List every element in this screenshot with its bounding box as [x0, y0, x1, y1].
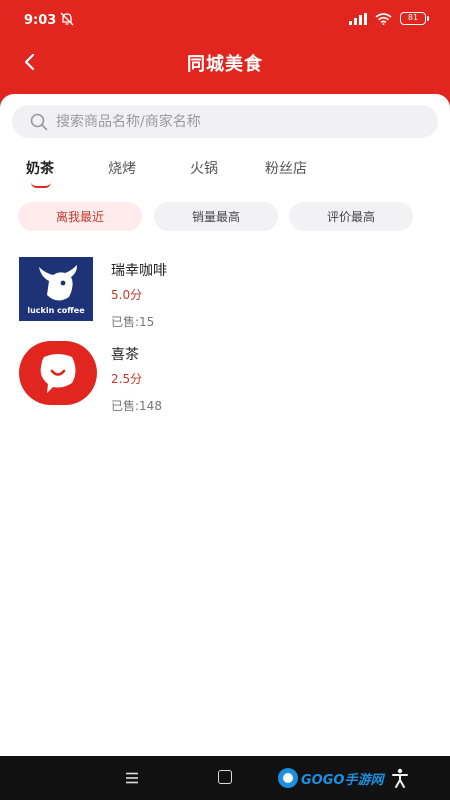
- luckin-coffee-logo: luckin coffee: [19, 257, 93, 321]
- active-tab-indicator: [31, 182, 51, 188]
- shop-name: 喜茶: [111, 347, 139, 363]
- shop-sold-count: 已售:148: [111, 399, 162, 413]
- status-bar: 9:03 81: [0, 0, 450, 40]
- wifi-icon: [375, 12, 392, 25]
- shop-list-item[interactable]: 喜茶 2.5分 已售:148: [0, 341, 450, 419]
- shop-rating: 5.0分: [111, 288, 143, 302]
- tab-bbq[interactable]: 烧烤: [108, 158, 136, 178]
- accessibility-icon[interactable]: [391, 768, 409, 788]
- home-button-icon[interactable]: [218, 770, 232, 784]
- sort-nearest-button[interactable]: 离我最近: [18, 202, 142, 231]
- watermark-logo-icon: [278, 768, 298, 788]
- main-content: 奶茶 烧烤 火锅 粉丝店 离我最近 销量最高 评价最高 luckin coffe…: [0, 94, 450, 756]
- watermark: GOGO手游网: [278, 766, 383, 790]
- watermark-text: GOGO手游网: [301, 772, 384, 788]
- category-tabs: 奶茶 烧烤 火锅 粉丝店: [0, 154, 450, 188]
- shop-rating: 2.5分: [111, 372, 143, 386]
- signal-icon: [349, 12, 367, 25]
- system-nav-bar: GOGO手游网: [0, 756, 450, 800]
- sort-rating-button[interactable]: 评价最高: [289, 202, 413, 231]
- tab-vermicelli[interactable]: 粉丝店: [265, 158, 307, 178]
- deer-logo-icon: [39, 265, 77, 301]
- search-icon: [30, 113, 48, 131]
- shop-list-item[interactable]: luckin coffee 瑞幸咖啡 5.0分 已售:15: [0, 257, 450, 335]
- speech-bubble-icon: [40, 354, 76, 393]
- tab-milk-tea[interactable]: 奶茶: [26, 158, 54, 178]
- notification-off-icon: [60, 12, 74, 26]
- sort-sales-button[interactable]: 销量最高: [154, 202, 278, 231]
- shop-name: 瑞幸咖啡: [111, 263, 167, 279]
- battery-icon: 81: [400, 12, 429, 25]
- heytea-logo: [19, 341, 97, 405]
- shop-sold-count: 已售:15: [111, 315, 155, 329]
- page-title: 同城美食: [187, 54, 263, 75]
- menu-icon[interactable]: [124, 770, 140, 786]
- status-time: 9:03: [24, 13, 57, 28]
- search-bar[interactable]: [12, 105, 438, 138]
- tab-hotpot[interactable]: 火锅: [190, 158, 218, 178]
- app-header: 同城美食: [0, 40, 450, 84]
- search-input[interactable]: [56, 105, 426, 138]
- luckin-logo-text: luckin coffee: [27, 306, 85, 315]
